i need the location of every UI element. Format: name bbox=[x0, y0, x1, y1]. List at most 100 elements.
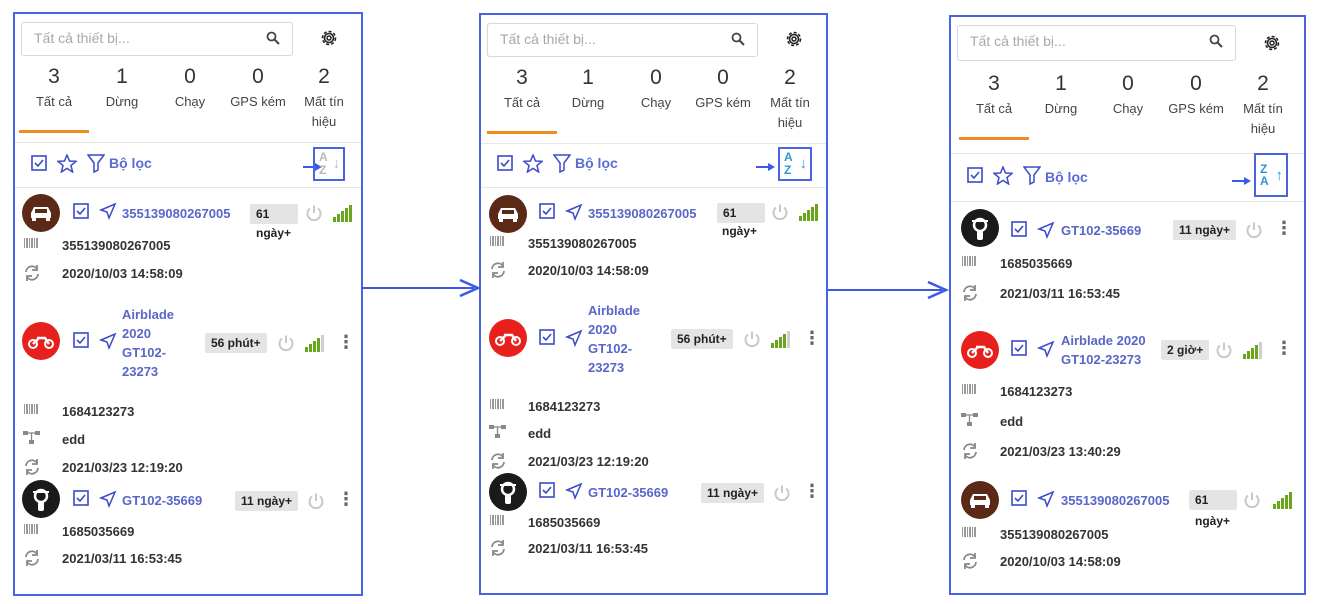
gear-icon[interactable] bbox=[784, 29, 804, 54]
tab-lost-signal[interactable]: 2 Mất tín hiệu bbox=[289, 62, 359, 132]
tab-lost-signal[interactable]: 2 Mất tín hiệu bbox=[1228, 69, 1298, 139]
vehicle-name[interactable]: 355139080267005 bbox=[122, 204, 230, 223]
vehicle-checkbox-icon[interactable] bbox=[73, 332, 89, 353]
vehicle-name-line[interactable]: 2020 bbox=[588, 320, 640, 339]
tab-stopped[interactable]: 1 Dừng bbox=[553, 63, 623, 113]
vehicle-name-line[interactable]: Airblade bbox=[588, 301, 640, 320]
gear-icon[interactable] bbox=[1262, 33, 1282, 58]
vehicle-name[interactable]: 355139080267005 bbox=[588, 204, 696, 223]
tab-count: 0 bbox=[1190, 72, 1202, 95]
duration-badge-tail: ngày+ bbox=[256, 226, 292, 240]
vehicle-checkbox-icon[interactable] bbox=[539, 203, 555, 224]
vehicle-checkbox-icon[interactable] bbox=[73, 203, 89, 224]
tab-weak-gps[interactable]: 0 GPS kém bbox=[688, 63, 758, 113]
more-options-icon[interactable]: ⋮ bbox=[803, 482, 821, 500]
tab-running[interactable]: 0 Chạy bbox=[155, 62, 225, 112]
tab-stopped[interactable]: 1 Dừng bbox=[1026, 69, 1096, 119]
vehicle-name[interactable]: GT102-35669 bbox=[588, 483, 668, 502]
tab-count: 1 bbox=[116, 65, 128, 88]
tab-weak-gps[interactable]: 0 GPS kém bbox=[1161, 69, 1231, 119]
navigation-arrow-icon[interactable] bbox=[98, 490, 117, 513]
search-icon[interactable] bbox=[266, 31, 280, 50]
more-options-icon[interactable]: ⋮ bbox=[1275, 339, 1293, 357]
vehicle-name-line[interactable]: 23273 bbox=[122, 362, 174, 381]
search-icon[interactable] bbox=[1209, 34, 1223, 53]
navigation-arrow-icon[interactable] bbox=[1036, 340, 1055, 363]
imei-text: 1685035669 bbox=[528, 515, 601, 530]
search-box[interactable] bbox=[487, 23, 758, 57]
navigation-arrow-icon[interactable] bbox=[564, 482, 583, 505]
filter-label[interactable]: Bộ lọc bbox=[109, 155, 152, 171]
tab-stopped[interactable]: 1 Dừng bbox=[87, 62, 157, 112]
search-icon[interactable] bbox=[731, 32, 745, 51]
vehicle-name[interactable]: GT102-35669 bbox=[122, 491, 202, 510]
signal-strength-icon bbox=[1243, 341, 1263, 364]
search-input[interactable] bbox=[498, 30, 712, 48]
more-options-icon[interactable]: ⋮ bbox=[803, 329, 821, 347]
vehicle-name-line[interactable]: GT102- bbox=[122, 343, 174, 362]
barcode-icon bbox=[961, 382, 977, 401]
tab-weak-gps[interactable]: 0 GPS kém bbox=[223, 62, 293, 112]
more-options-icon[interactable]: ⋮ bbox=[1275, 219, 1293, 237]
transition-arrow-icon bbox=[362, 278, 482, 303]
tab-all[interactable]: 3 Tất cả bbox=[487, 63, 557, 134]
vehicle-checkbox-icon[interactable] bbox=[1011, 221, 1027, 242]
select-all-checkbox-icon[interactable] bbox=[497, 155, 513, 176]
vehicle-name[interactable]: GT102-35669 bbox=[1061, 221, 1141, 240]
motorbike-icon bbox=[22, 322, 60, 360]
search-box[interactable] bbox=[957, 25, 1236, 61]
more-options-icon[interactable]: ⋮ bbox=[337, 490, 355, 508]
navigation-arrow-icon[interactable] bbox=[1036, 490, 1055, 513]
sort-az-button[interactable]: A Z ↓ bbox=[778, 147, 812, 181]
navigation-arrow-icon[interactable] bbox=[564, 329, 583, 352]
tab-all[interactable]: 3 Tất cả bbox=[19, 62, 89, 133]
group-text: edd bbox=[62, 432, 86, 447]
vehicle-checkbox-icon[interactable] bbox=[539, 482, 555, 503]
vehicle-checkbox-icon[interactable] bbox=[1011, 490, 1027, 511]
star-icon[interactable] bbox=[992, 165, 1014, 190]
gear-icon[interactable] bbox=[319, 28, 339, 53]
vehicle-name-line[interactable]: GT102-23273 bbox=[1061, 350, 1146, 369]
vehicle-name-line[interactable]: 2020 bbox=[122, 324, 174, 343]
tab-lost-signal[interactable]: 2 Mất tín hiệu bbox=[755, 63, 825, 133]
power-icon bbox=[773, 484, 791, 507]
search-box[interactable] bbox=[21, 22, 293, 56]
navigation-arrow-icon[interactable] bbox=[1036, 221, 1055, 244]
sort-az-button[interactable]: A Z ↓ bbox=[313, 147, 345, 181]
vehicle-name-line[interactable]: GT102- bbox=[588, 339, 640, 358]
select-all-checkbox-icon[interactable] bbox=[967, 167, 983, 188]
search-input[interactable] bbox=[32, 29, 246, 47]
vehicle-name-line[interactable]: Airblade 2020 bbox=[1061, 331, 1146, 350]
power-icon bbox=[305, 204, 323, 227]
filter-label[interactable]: Bộ lọc bbox=[575, 155, 618, 171]
tab-all[interactable]: 3 Tất cả bbox=[959, 69, 1029, 140]
vehicle-name-line[interactable]: Airblade bbox=[122, 305, 174, 324]
filter-icon[interactable] bbox=[1022, 165, 1042, 190]
filter-label[interactable]: Bộ lọc bbox=[1045, 169, 1088, 185]
select-all-checkbox-icon[interactable] bbox=[31, 155, 47, 176]
status-tabs: 3 Tất cả 1 Dừng 0 Chạy 0 GPS kém 2 Mất t… bbox=[15, 62, 361, 143]
more-options-icon[interactable]: ⋮ bbox=[337, 333, 355, 351]
star-icon[interactable] bbox=[522, 153, 544, 178]
search-input[interactable] bbox=[968, 32, 1182, 50]
filter-icon[interactable] bbox=[86, 153, 106, 178]
vehicle-name[interactable]: 355139080267005 bbox=[1061, 491, 1169, 510]
update-time-text: 2021/03/23 13:40:29 bbox=[1000, 444, 1121, 459]
duration-badge: 56 phút+ bbox=[671, 329, 733, 349]
filter-icon[interactable] bbox=[552, 153, 572, 178]
sort-za-button[interactable]: Z A ↑ bbox=[1254, 153, 1288, 197]
vehicle-checkbox-icon[interactable] bbox=[1011, 340, 1027, 361]
vehicle-name-line[interactable]: 23273 bbox=[588, 358, 640, 377]
tab-running[interactable]: 0 Chạy bbox=[1093, 69, 1163, 119]
scooter-icon bbox=[961, 209, 999, 247]
vehicle-checkbox-icon[interactable] bbox=[73, 490, 89, 511]
vehicle-checkbox-icon[interactable] bbox=[539, 329, 555, 350]
navigation-arrow-icon[interactable] bbox=[564, 203, 583, 226]
star-icon[interactable] bbox=[56, 153, 78, 178]
navigation-arrow-icon[interactable] bbox=[98, 202, 117, 225]
tab-running[interactable]: 0 Chạy bbox=[621, 63, 691, 113]
list-toolbar: Bộ lọc A Z ↓ bbox=[15, 143, 361, 188]
signal-strength-icon bbox=[305, 334, 325, 357]
navigation-arrow-icon[interactable] bbox=[98, 332, 117, 355]
sync-icon bbox=[489, 261, 507, 284]
